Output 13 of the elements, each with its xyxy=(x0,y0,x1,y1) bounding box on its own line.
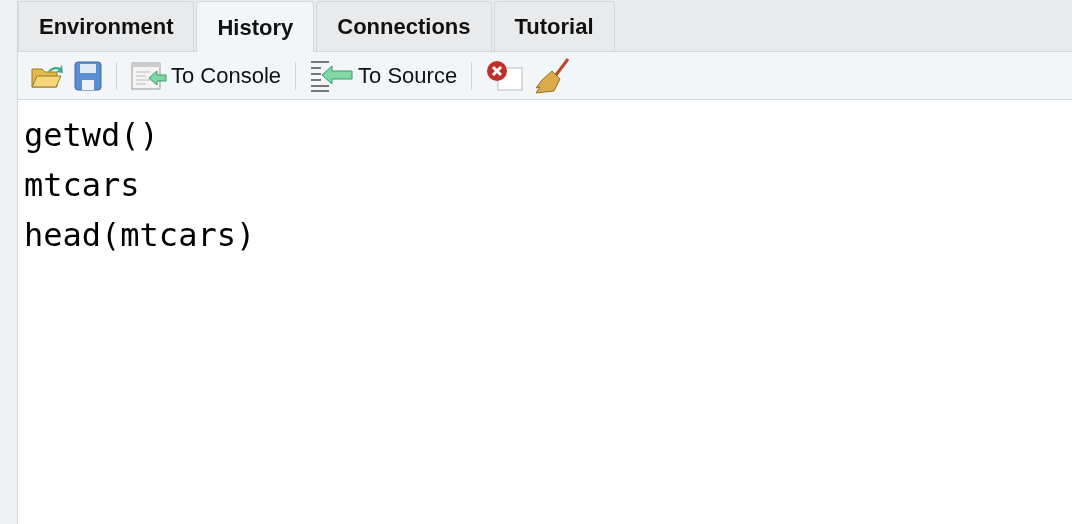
tab[interactable]: Connections xyxy=(316,1,492,51)
history-entry[interactable]: head(mtcars) xyxy=(24,214,1072,256)
tab[interactable]: History xyxy=(196,1,315,52)
tab[interactable]: Environment xyxy=(18,1,195,51)
save-icon[interactable] xyxy=(74,60,102,91)
clear-icon[interactable] xyxy=(486,59,525,92)
to-console-button[interactable]: To Console xyxy=(131,59,282,92)
history-entry[interactable]: mtcars xyxy=(24,164,1072,206)
console-arrow-icon xyxy=(131,61,167,90)
history-entry[interactable]: getwd() xyxy=(24,114,1072,156)
source-arrow-icon xyxy=(310,59,355,92)
tab[interactable]: Tutorial xyxy=(493,1,615,51)
to-source-button[interactable]: To Source xyxy=(310,59,458,92)
